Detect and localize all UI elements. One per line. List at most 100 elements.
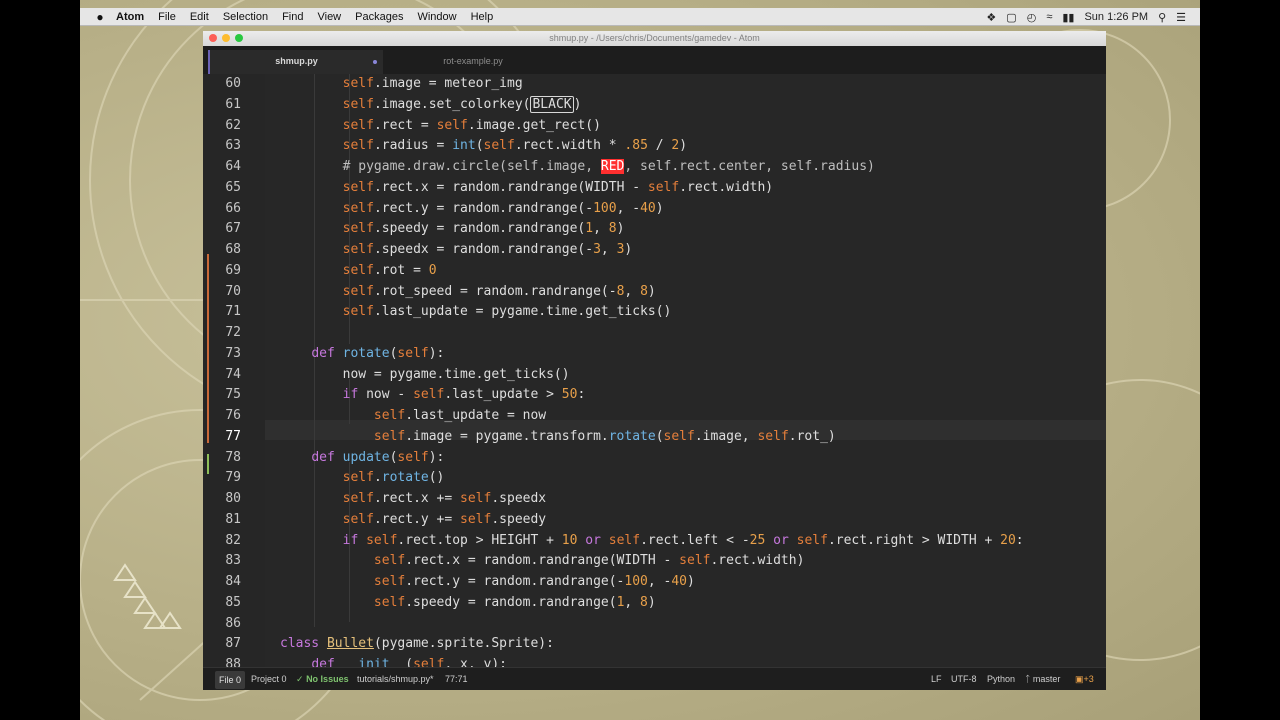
code-line[interactable]: self.last_update = pygame.time.get_ticks… <box>280 304 672 319</box>
git-modified-marker <box>207 324 209 443</box>
line-number[interactable]: 75 <box>203 387 241 402</box>
modified-indicator-icon[interactable] <box>373 60 377 64</box>
battery-icon[interactable]: ▮▮ <box>1062 11 1074 24</box>
line-number[interactable]: 60 <box>203 76 241 91</box>
menu-file[interactable]: File <box>158 11 176 23</box>
code-line[interactable]: self.rot_speed = random.randrange(-8, 8) <box>280 284 656 299</box>
line-number[interactable]: 61 <box>203 97 241 112</box>
menu-atom[interactable]: Atom <box>116 11 144 23</box>
zoom-window-button[interactable] <box>235 34 243 42</box>
code-line[interactable]: self.rect.x = random.randrange(WIDTH - s… <box>280 553 804 568</box>
menu-help[interactable]: Help <box>471 11 494 23</box>
atom-window: shmup.py - /Users/chris/Documents/gamede… <box>203 31 1106 690</box>
line-number[interactable]: 80 <box>203 491 241 506</box>
line-number[interactable]: 64 <box>203 159 241 174</box>
menu-selection[interactable]: Selection <box>223 11 268 23</box>
apple-logo-icon[interactable]: ● <box>94 10 106 24</box>
line-number[interactable]: 73 <box>203 346 241 361</box>
minimize-window-button[interactable] <box>222 34 230 42</box>
window-title: shmup.py - /Users/chris/Documents/gamede… <box>549 33 760 43</box>
line-number[interactable]: 69 <box>203 263 241 278</box>
code-line[interactable]: self.rot = 0 <box>280 263 437 278</box>
line-number[interactable]: 66 <box>203 201 241 216</box>
line-number[interactable]: 88 <box>203 657 241 667</box>
code-line[interactable]: self.speedy = random.randrange(1, 8) <box>280 595 656 610</box>
encoding-selector[interactable]: UTF-8 <box>951 668 977 690</box>
package-updates[interactable]: ▣+3 <box>1075 668 1094 690</box>
line-number[interactable]: 68 <box>203 242 241 257</box>
code-line[interactable]: self.rect.y = random.randrange(-100, -40… <box>280 201 664 216</box>
code-line[interactable]: def rotate(self): <box>280 346 444 361</box>
tab-rot-example-py[interactable]: rot-example.py <box>388 50 558 74</box>
code-line[interactable]: self.radius = int(self.rect.width * .85 … <box>280 138 687 153</box>
menu-view[interactable]: View <box>317 11 341 23</box>
line-number[interactable]: 72 <box>203 325 241 340</box>
code-lines[interactable]: self.image = meteor_img self.image.set_c… <box>280 74 1106 667</box>
line-number[interactable]: 81 <box>203 512 241 527</box>
mac-menubar: ● Atom File Edit Selection Find View Pac… <box>80 8 1200 26</box>
code-line[interactable]: # pygame.draw.circle(self.image, RED, se… <box>280 159 875 174</box>
code-line[interactable]: self.image = meteor_img <box>280 76 523 91</box>
code-line[interactable]: self.image.set_colorkey(BLACK) <box>280 95 581 113</box>
code-line[interactable]: self.speedx = random.randrange(-3, 3) <box>280 242 633 257</box>
line-number[interactable]: 67 <box>203 221 241 236</box>
menu-window[interactable]: Window <box>417 11 456 23</box>
line-number[interactable]: 78 <box>203 450 241 465</box>
code-line[interactable]: def update(self): <box>280 450 444 465</box>
file-path[interactable]: tutorials/shmup.py* <box>357 668 434 690</box>
menu-packages[interactable]: Packages <box>355 11 403 23</box>
code-line[interactable]: if self.rect.top > HEIGHT + 10 or self.r… <box>280 533 1024 548</box>
code-line[interactable]: if now - self.last_update > 50: <box>280 387 586 402</box>
notification-center-icon[interactable]: ☰ <box>1176 11 1186 24</box>
code-line[interactable]: self.rect.x += self.speedx <box>280 491 547 506</box>
line-number[interactable]: 85 <box>203 595 241 610</box>
code-line[interactable]: def __init__(self, x, y): <box>280 657 507 667</box>
line-number[interactable]: 70 <box>203 284 241 299</box>
close-window-button[interactable] <box>209 34 217 42</box>
time-machine-icon[interactable]: ◴ <box>1027 11 1037 24</box>
line-number[interactable]: 79 <box>203 470 241 485</box>
git-branch-icon: ᛏ <box>1025 674 1031 684</box>
line-number[interactable]: 65 <box>203 180 241 195</box>
code-line[interactable]: self.speedy = random.randrange(1, 8) <box>280 221 625 236</box>
tab-label: rot-example.py <box>443 56 503 66</box>
window-titlebar: shmup.py - /Users/chris/Documents/gamede… <box>203 31 1106 46</box>
dropbox-icon[interactable]: ❖ <box>986 11 996 24</box>
line-number[interactable]: 84 <box>203 574 241 589</box>
line-number[interactable]: 74 <box>203 367 241 382</box>
line-number[interactable]: 86 <box>203 616 241 631</box>
code-line[interactable]: self.rotate() <box>280 470 445 485</box>
line-number[interactable]: 62 <box>203 118 241 133</box>
file-tree-toggle-button[interactable]: File 0 <box>215 671 246 689</box>
project-issues-count[interactable]: Project 0 <box>251 668 287 690</box>
line-number[interactable]: 63 <box>203 138 241 153</box>
line-number[interactable]: 87 <box>203 636 241 651</box>
code-line[interactable]: self.rect.y += self.speedy <box>280 512 547 527</box>
linter-status[interactable]: ✓ No Issues <box>296 668 349 690</box>
code-line[interactable]: class Bullet(pygame.sprite.Sprite): <box>280 636 554 651</box>
code-line[interactable]: self.last_update = now <box>280 408 546 423</box>
menu-edit[interactable]: Edit <box>190 11 209 23</box>
menubar-status-area: ❖ ▢ ◴ ≈ ▮▮ Sun 1:26 PM ⚲ ☰ <box>986 8 1186 26</box>
code-editor[interactable]: 60 61 62 63 64 65 66 67 68 69 70 71 72 73 74 75 76 77 78 79… <box>203 74 1106 667</box>
line-number[interactable]: 83 <box>203 553 241 568</box>
tab-shmup-py[interactable]: shmup.py <box>208 50 383 74</box>
line-number[interactable]: 77 <box>203 429 241 444</box>
grammar-selector[interactable]: Python <box>987 668 1015 690</box>
code-line[interactable]: now = pygame.time.get_ticks() <box>280 367 570 382</box>
line-ending-selector[interactable]: LF <box>931 668 942 690</box>
menubar-clock[interactable]: Sun 1:26 PM <box>1084 11 1148 23</box>
wifi-icon[interactable]: ≈ <box>1046 11 1052 23</box>
code-line[interactable]: self.rect.y = random.randrange(-100, -40… <box>280 574 695 589</box>
spotlight-search-icon[interactable]: ⚲ <box>1158 11 1166 24</box>
line-number[interactable]: 76 <box>203 408 241 423</box>
screen-mirroring-icon[interactable]: ▢ <box>1006 11 1016 24</box>
line-number[interactable]: 82 <box>203 533 241 548</box>
git-branch[interactable]: ᛏ master <box>1025 668 1060 690</box>
code-line[interactable]: self.image = pygame.transform.rotate(sel… <box>280 429 836 444</box>
cursor-position[interactable]: 77:71 <box>445 668 468 690</box>
line-number[interactable]: 71 <box>203 304 241 319</box>
code-line[interactable]: self.rect = self.image.get_rect() <box>280 118 601 133</box>
menu-find[interactable]: Find <box>282 11 303 23</box>
code-line[interactable]: self.rect.x = random.randrange(WIDTH - s… <box>280 180 773 195</box>
